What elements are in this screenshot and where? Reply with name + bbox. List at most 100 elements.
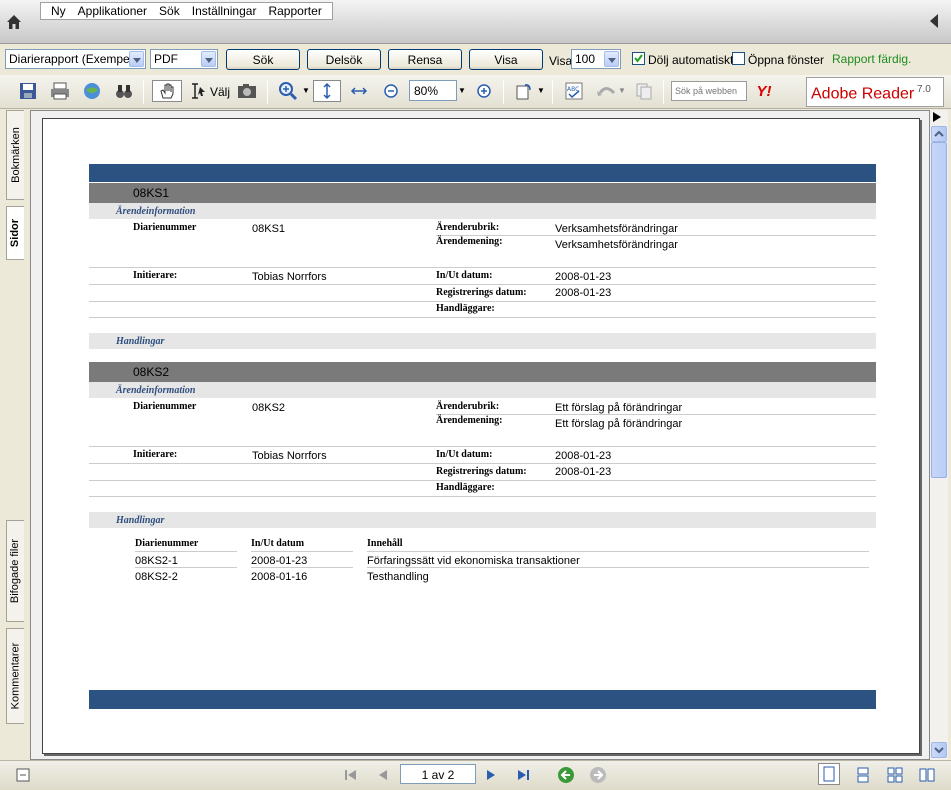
tab-sidor[interactable]: Sidor: [6, 206, 24, 260]
report-select[interactable]: Diarierapport (Exempel): [5, 49, 146, 69]
field-value: Verksamhetsförändringar: [555, 223, 678, 235]
continuous-facing-view-icon[interactable]: [884, 764, 906, 786]
rotate-dropdown-icon[interactable]: ▼: [537, 86, 545, 95]
chevron-down-icon[interactable]: [604, 51, 619, 67]
valj-label[interactable]: Välj: [210, 85, 230, 99]
field-label: Handläggare:: [436, 303, 495, 314]
scrollbar-thumb[interactable]: [931, 142, 947, 478]
document-view[interactable]: 08KS1 Ärendeinformation Diarienummer 08K…: [30, 110, 930, 760]
field-value: 2008-01-23: [555, 287, 612, 299]
divider: [367, 551, 869, 552]
scroll-right-icon[interactable]: [933, 112, 941, 122]
record-header: 08KS1: [89, 183, 876, 203]
menu-applikationer[interactable]: Applikationer: [72, 4, 153, 18]
menu-ny[interactable]: Ny: [45, 4, 72, 18]
table-cell: 2008-01-23: [251, 555, 308, 567]
field-value: Tobias Norrfors: [252, 271, 327, 283]
next-page-icon[interactable]: [480, 764, 502, 786]
divider: [89, 446, 876, 447]
rotate-page-icon[interactable]: [513, 80, 535, 102]
field-value: Ett förslag på förändringar: [555, 418, 683, 430]
dolj-label: Dölj automatiskt: [648, 53, 734, 67]
divider: [89, 317, 876, 318]
continuous-view-icon[interactable]: [852, 764, 874, 786]
chevron-down-icon[interactable]: [129, 51, 144, 67]
go-forward-icon[interactable]: [587, 764, 609, 786]
adobe-version: 7.0: [916, 84, 931, 95]
single-page-view-icon[interactable]: [818, 763, 840, 785]
pdf-page: 08KS1 Ärendeinformation Diarienummer 08K…: [42, 118, 920, 754]
save-icon[interactable]: [17, 80, 39, 102]
tab-bifogade-filer[interactable]: Bifogade filer: [6, 520, 24, 622]
table-header: Diarienummer: [135, 538, 199, 549]
delsok-button[interactable]: Delsök: [307, 49, 381, 70]
section-title: Ärendeinformation: [89, 203, 876, 219]
yahoo-icon[interactable]: Y!: [753, 80, 775, 102]
first-page-icon[interactable]: [340, 764, 362, 786]
adobe-reader-logo: Adobe Reader 7.0: [806, 77, 944, 107]
select-text-icon[interactable]: [187, 80, 209, 102]
visa-button[interactable]: Visa: [469, 49, 543, 70]
scroll-down-icon[interactable]: [931, 742, 947, 758]
section-title: Handlingar: [89, 333, 876, 349]
visa-count-select[interactable]: 100: [571, 49, 621, 69]
oppna-label: Öppna fönster: [748, 53, 825, 67]
field-value: Tobias Norrfors: [252, 450, 327, 462]
menu-rapporter[interactable]: Rapporter: [262, 4, 327, 18]
vertical-scrollbar[interactable]: [930, 110, 948, 760]
panel-options-icon[interactable]: [12, 764, 34, 786]
table-header: In/Ut datum: [251, 538, 305, 549]
field-label: Initierare:: [133, 270, 178, 281]
collapse-arrow-icon[interactable]: [930, 14, 938, 28]
tab-sidor-label: Sidor: [9, 218, 22, 248]
tab-bokmarken-label: Bokmärken: [9, 127, 22, 183]
format-select[interactable]: PDF: [150, 49, 218, 69]
search-web-input[interactable]: [671, 81, 747, 101]
zoom-tool-dropdown-icon[interactable]: ▼: [302, 86, 310, 95]
rensa-button[interactable]: Rensa: [388, 49, 462, 70]
dolj-checkbox[interactable]: [632, 52, 645, 65]
menu-sok[interactable]: Sök: [153, 4, 186, 18]
zoom-level-dropdown-icon[interactable]: ▼: [458, 86, 466, 95]
zoom-out-icon[interactable]: [380, 80, 402, 102]
fit-page-icon[interactable]: [313, 80, 341, 102]
adobe-brand: Adobe Reader: [811, 85, 915, 103]
facing-view-icon[interactable]: [916, 764, 938, 786]
field-value: 08KS2: [252, 402, 286, 414]
hand-tool-icon[interactable]: [152, 80, 182, 102]
zoom-level-input[interactable]: 80%: [409, 80, 457, 101]
home-icon[interactable]: [3, 8, 25, 36]
fit-width-icon[interactable]: [348, 80, 370, 102]
page-number-input[interactable]: 1 av 2: [400, 764, 476, 784]
email-globe-icon[interactable]: [81, 80, 103, 102]
chevron-down-icon[interactable]: [201, 51, 216, 67]
go-back-icon[interactable]: [555, 764, 577, 786]
zoom-in-icon[interactable]: [473, 80, 495, 102]
undo-icon[interactable]: [595, 80, 617, 102]
print-icon[interactable]: [49, 80, 71, 102]
table-cell: Förfaringssätt vid ekonomiska transaktio…: [367, 555, 580, 567]
field-label: In/Ut datum:: [436, 270, 493, 281]
field-label: Initierare:: [133, 449, 178, 460]
divider: [89, 284, 876, 285]
tab-bokmarken[interactable]: Bokmärken: [6, 110, 24, 200]
spellcheck-icon[interactable]: ABC: [563, 80, 585, 102]
copy-pages-icon[interactable]: [633, 80, 655, 102]
last-page-icon[interactable]: [512, 764, 534, 786]
tab-kommentarer[interactable]: Kommentarer: [6, 628, 24, 724]
divider: [89, 267, 876, 268]
report-select-value: Diarierapport (Exempel): [9, 52, 137, 66]
field-value: 2008-01-23: [555, 271, 612, 283]
binoculars-icon[interactable]: [113, 80, 135, 102]
previous-page-icon[interactable]: [372, 764, 394, 786]
snapshot-camera-icon[interactable]: [236, 80, 258, 102]
menu-installningar[interactable]: Inställningar: [186, 4, 263, 18]
field-value: Ett förslag på förändringar: [555, 402, 683, 414]
scroll-up-icon[interactable]: [931, 126, 947, 142]
zoom-in-tool-icon[interactable]: [277, 80, 299, 102]
divider: [89, 480, 876, 481]
oppna-checkbox[interactable]: [732, 52, 745, 65]
undo-dropdown-icon[interactable]: ▼: [618, 86, 626, 95]
sok-button[interactable]: Sök: [226, 49, 300, 70]
divider: [89, 496, 876, 497]
